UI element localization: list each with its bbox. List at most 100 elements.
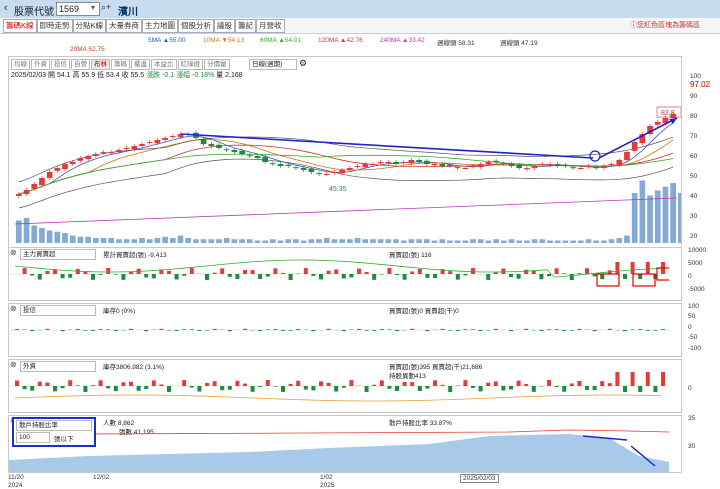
chevron-down-icon[interactable]: ▾ xyxy=(91,3,95,12)
candle-body xyxy=(131,146,138,150)
flow-bar xyxy=(326,382,331,386)
flow-bar xyxy=(645,262,650,274)
indicator-axis-label: -50 xyxy=(688,334,698,342)
toolbar: 籌碼K線 即時走勢 分點K線 大量券商 主力地圖 個股分析 議股 籌記 月營收 ⓘ您紅色區塊為籌… xyxy=(0,18,720,34)
tab-5[interactable]: 個股分析 xyxy=(178,19,215,33)
indicator-axis-label: 0 xyxy=(688,323,692,331)
flow-bar xyxy=(151,274,156,279)
candle-body xyxy=(46,172,53,178)
flow-bar xyxy=(607,328,612,330)
volume-bar xyxy=(308,239,315,243)
flow-bar xyxy=(607,383,612,386)
flow-bar xyxy=(395,330,399,332)
flow-bar xyxy=(144,330,149,332)
flow-bar xyxy=(311,330,316,332)
candle-body xyxy=(77,158,84,161)
candle-body xyxy=(439,164,446,166)
tab-1[interactable]: 即時走勢 xyxy=(36,19,73,33)
candle-body xyxy=(562,164,569,166)
highlight-box xyxy=(632,273,656,287)
tab-0[interactable]: 籌碼K線 xyxy=(3,19,37,33)
flow-bar xyxy=(539,330,544,332)
flow-bar xyxy=(227,274,232,277)
flow-bar xyxy=(243,269,247,274)
flow-bar xyxy=(22,329,27,330)
tab-6[interactable]: 議股 xyxy=(214,19,236,33)
volume-bar xyxy=(624,235,630,243)
flow-bar xyxy=(326,270,331,274)
volume-bar xyxy=(154,238,161,243)
volume-bar xyxy=(316,239,322,243)
flow-bar xyxy=(296,380,301,386)
flow-bar xyxy=(106,386,111,389)
flow-bar xyxy=(189,268,194,274)
flow-bar xyxy=(288,383,293,386)
candle-body xyxy=(524,168,530,170)
candle-body xyxy=(423,160,430,164)
flow-bar xyxy=(37,274,42,280)
flow-bar xyxy=(463,274,468,276)
flow-bar xyxy=(661,372,665,386)
flow-bar xyxy=(357,268,361,274)
threshold-input[interactable]: 100 xyxy=(16,432,50,443)
flow-bar xyxy=(615,262,620,274)
flow-bar xyxy=(524,328,529,330)
volume-bar xyxy=(200,239,207,243)
flow-bar xyxy=(341,274,346,279)
indicator-select[interactable]: 散戶持股比率 xyxy=(16,420,92,431)
indicator-axis-label: -100 xyxy=(688,344,702,352)
flow-bar xyxy=(501,386,506,391)
candle-body xyxy=(531,166,538,168)
volume-bar xyxy=(331,239,338,243)
volume-bar xyxy=(601,240,607,243)
ma-legend-20ma: 20MA 52.75 xyxy=(70,46,105,53)
indicator-axis-label: 0 xyxy=(688,385,692,392)
back-arrow-icon[interactable]: ‹ xyxy=(4,2,8,14)
info-icon: ⓘ xyxy=(630,22,637,29)
flow-bar xyxy=(311,386,316,391)
candle-body xyxy=(169,136,176,137)
volume-bar xyxy=(46,230,53,243)
title-bar: ‹ 股票代號 1569 ▾ ⌕+ 濱川 xyxy=(0,0,720,19)
candle-body xyxy=(631,142,638,151)
volume-bar xyxy=(423,239,430,243)
flow-bar xyxy=(98,329,103,330)
flow-bar xyxy=(167,330,171,331)
flow-bar xyxy=(562,330,567,331)
flow-bar xyxy=(395,274,399,276)
tab-7[interactable]: 籌記 xyxy=(235,19,257,33)
flow-bar xyxy=(372,384,377,386)
flow-bar xyxy=(493,328,498,330)
volume-bar xyxy=(647,195,653,243)
tab-8[interactable]: 月營收 xyxy=(256,19,285,33)
flow-bar xyxy=(501,268,506,274)
search-icon[interactable]: ⌕+ xyxy=(101,2,111,13)
chip-area-link[interactable]: ⓘ您紅色區塊為籌碼區 xyxy=(630,20,700,30)
candle-body xyxy=(69,162,76,164)
volume-bar xyxy=(108,238,115,243)
indicator-panel-2: ⊗ 外資 庫存3806.982 (3.1%) 買賣超(張)395 買賣超(千)21,6… xyxy=(8,359,682,413)
candle-body xyxy=(593,167,600,169)
flow-bar xyxy=(296,328,301,330)
flow-bar xyxy=(379,380,384,386)
tab-4[interactable]: 主力地圖 xyxy=(142,19,179,33)
candle-body xyxy=(362,164,369,168)
flow-bar xyxy=(243,328,247,330)
flow-bar xyxy=(402,381,407,386)
volume-bar xyxy=(39,228,45,243)
tab-3[interactable]: 大量券商 xyxy=(106,19,143,33)
indicator-svg xyxy=(9,429,669,472)
volume-bar xyxy=(347,239,353,243)
indicator-axis-label: 100 xyxy=(688,303,699,310)
flow-bar xyxy=(486,274,491,280)
flow-bar xyxy=(235,380,240,386)
candle-body xyxy=(293,167,299,169)
flow-bar xyxy=(425,386,430,389)
tab-2[interactable]: 分點K線 xyxy=(72,19,107,33)
candle-body xyxy=(470,166,476,167)
flow-bar xyxy=(615,372,620,386)
flow-bar xyxy=(440,328,445,330)
price-axis-label: 100 xyxy=(690,73,701,80)
volume-bar xyxy=(216,239,222,243)
candle-body xyxy=(39,178,45,186)
